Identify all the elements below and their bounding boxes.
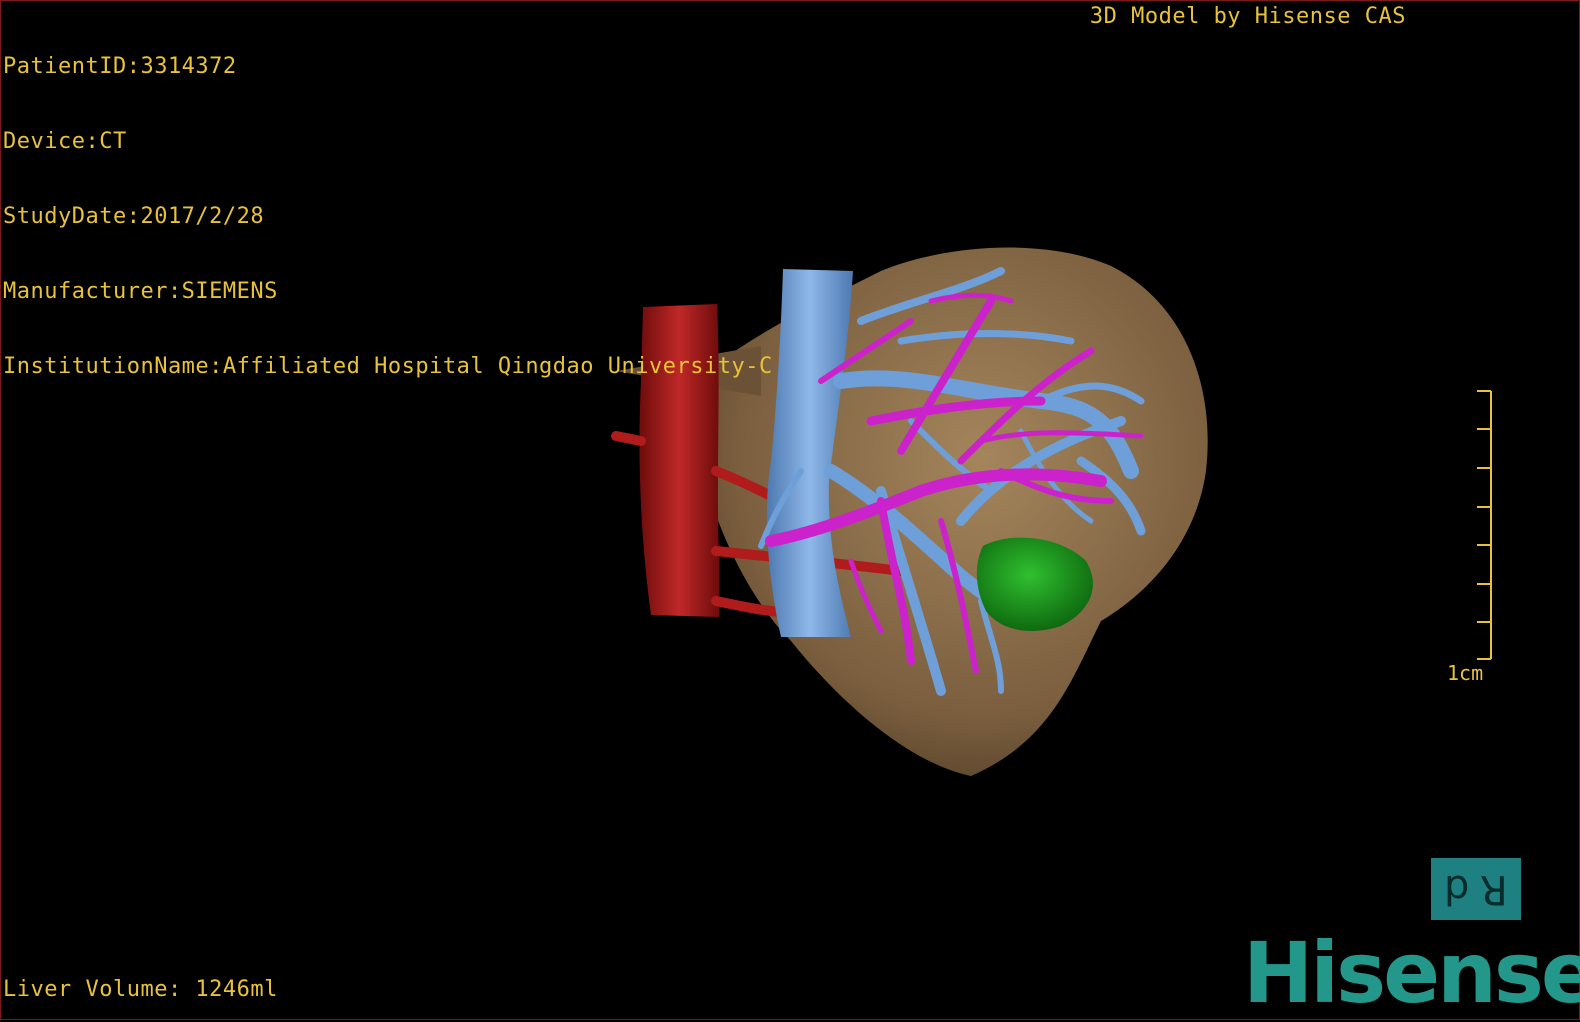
orientation-glyph-right: R (1479, 866, 1508, 912)
3d-viewport[interactable]: PatientID:3314372 Device:CT StudyDate:20… (0, 0, 1580, 1020)
hisense-logo: Hisense (1243, 924, 1580, 1022)
scale-label: 1cm (1447, 661, 1484, 685)
orientation-cube[interactable]: d R (1431, 858, 1521, 920)
study-date: StudyDate:2017/2/28 (3, 204, 265, 229)
scale-bar (1477, 390, 1492, 660)
liver-volume: Liver Volume: 1246ml (3, 977, 278, 1002)
patient-id: PatientID:3314372 (3, 54, 237, 79)
dicom-info-panel: PatientID:3314372 Device:CT StudyDate:20… (3, 4, 773, 429)
manufacturer: Manufacturer:SIEMENS (3, 279, 278, 304)
institution-name: InstitutionName:Affiliated Hospital Qing… (3, 354, 773, 379)
device: Device:CT (3, 129, 127, 154)
orientation-glyph-left: d (1444, 866, 1470, 912)
model-credit: 3D Model by Hisense CAS (1089, 4, 1406, 29)
